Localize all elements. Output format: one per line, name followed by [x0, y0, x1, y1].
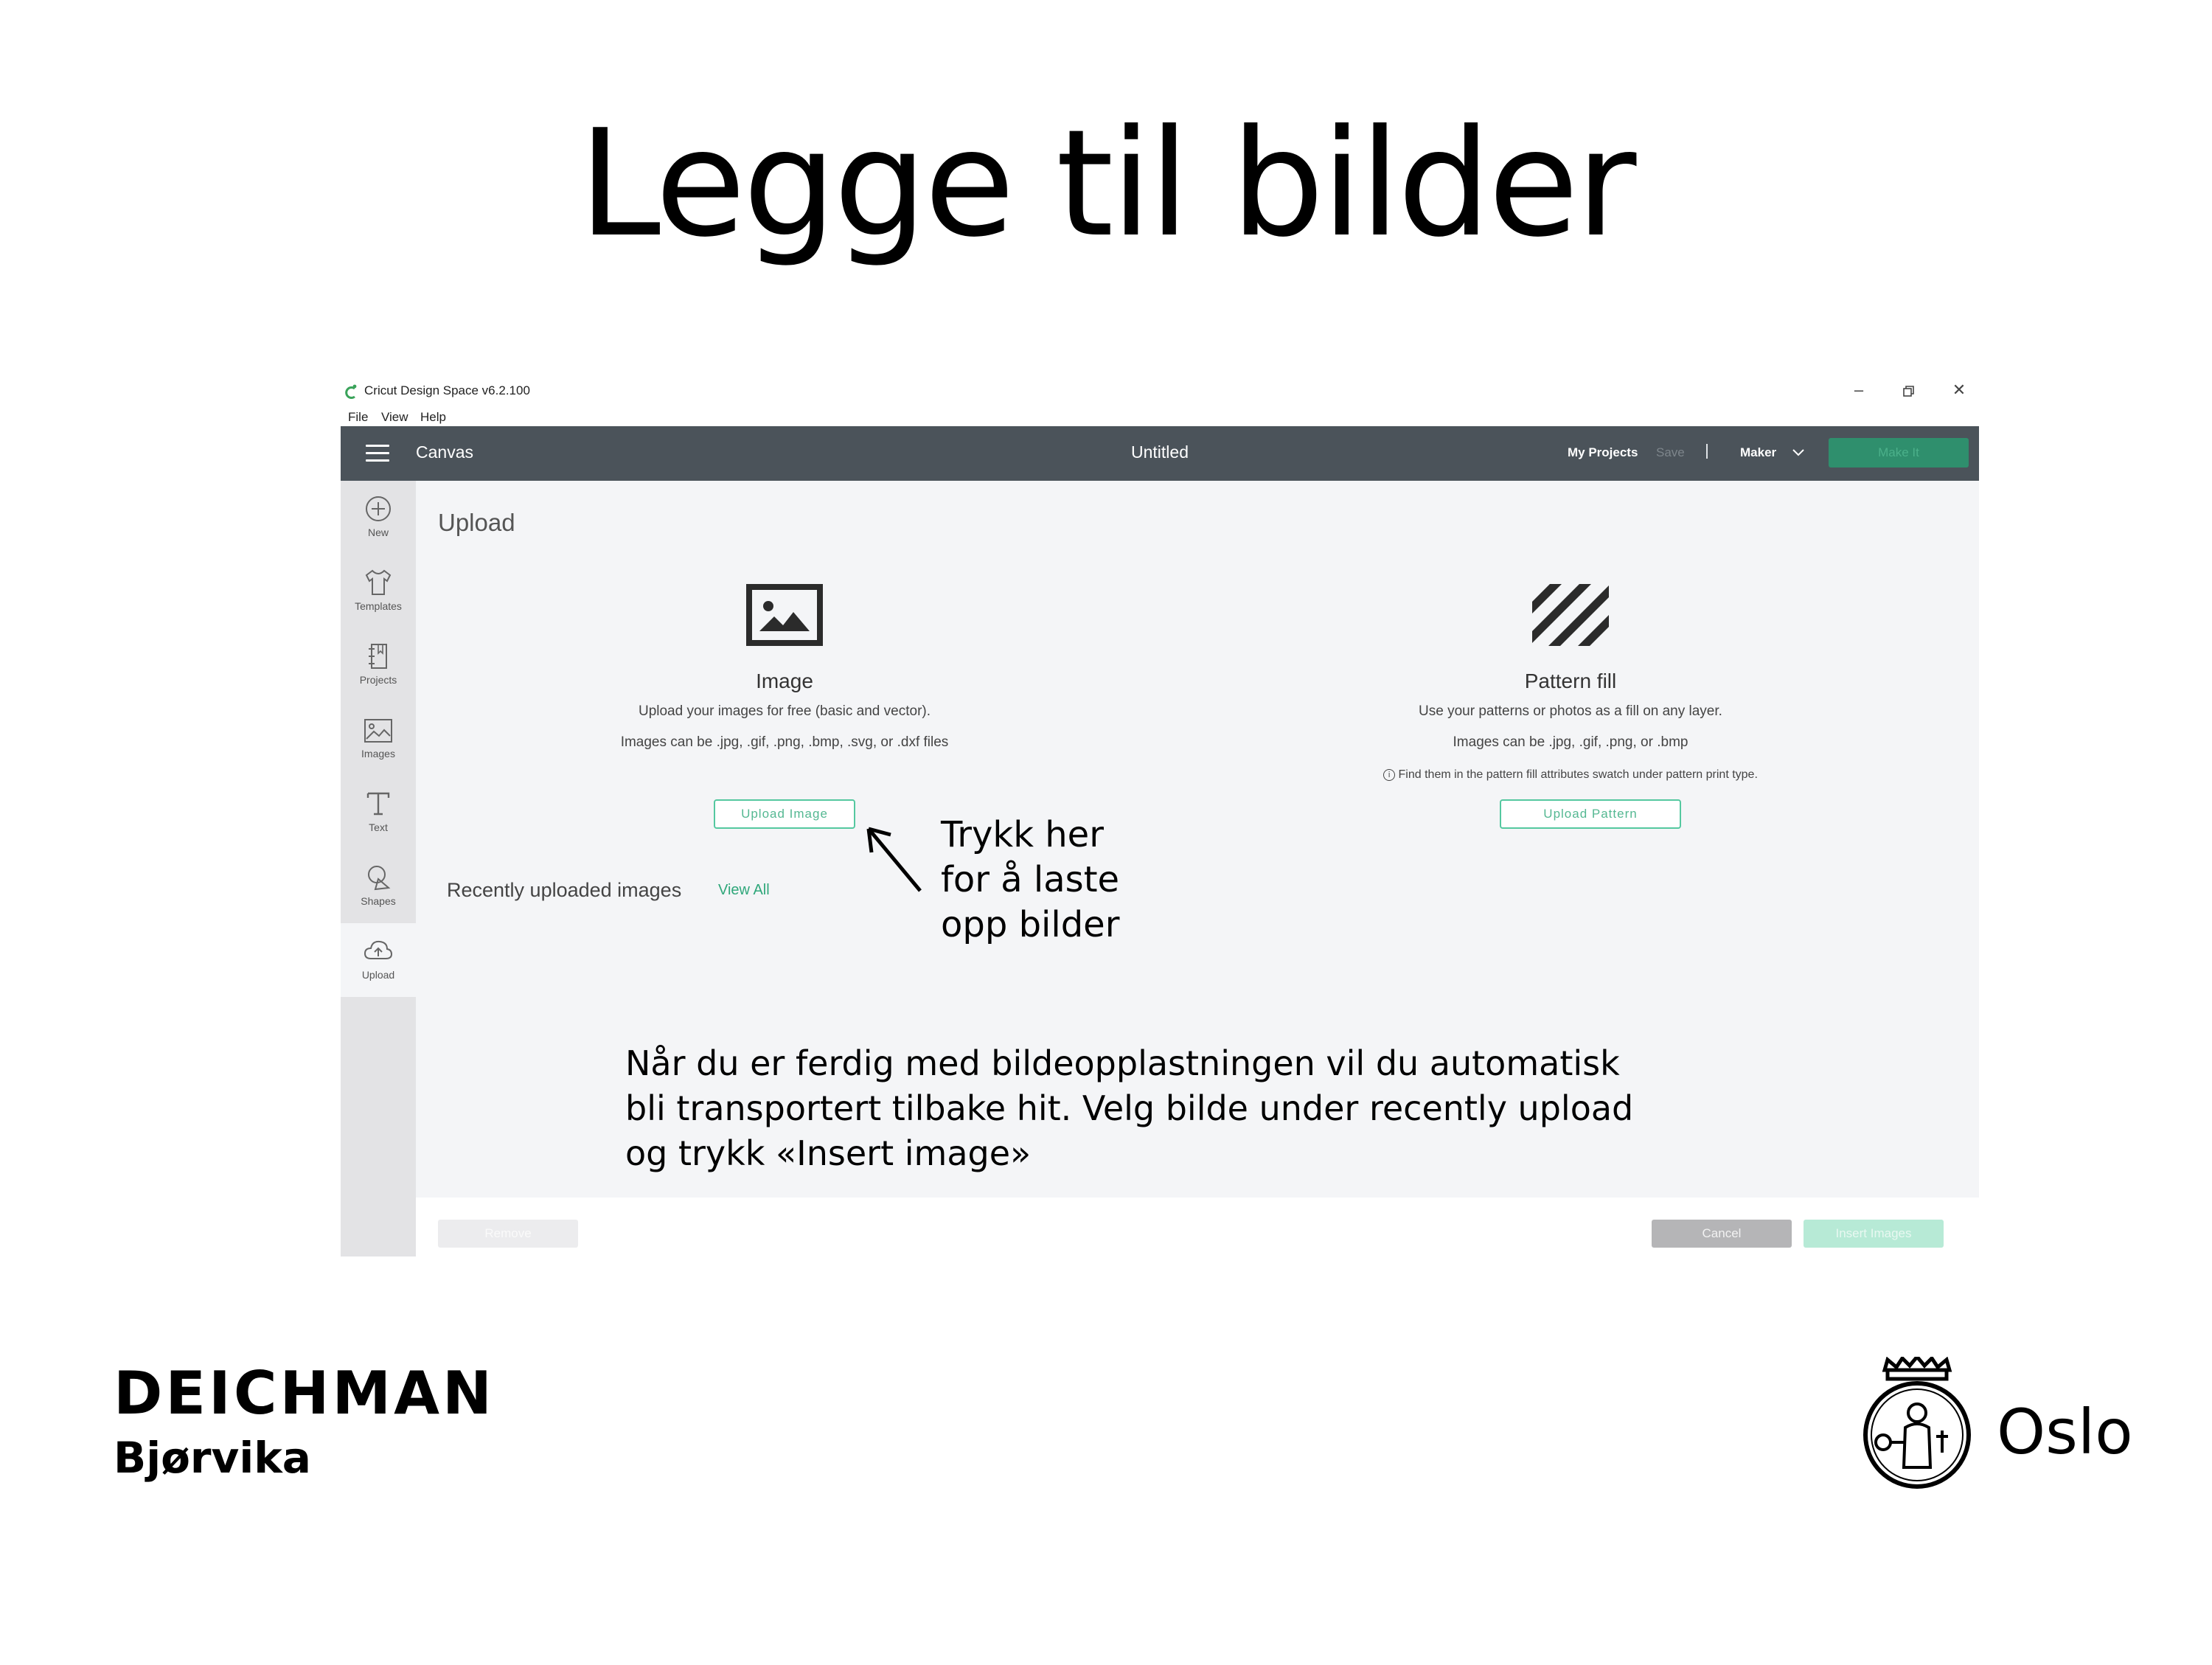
shapes-icon	[368, 866, 391, 891]
sidebar-item-label: Text	[369, 821, 388, 833]
menu-file[interactable]: File	[348, 410, 368, 425]
window-title: Cricut Design Space v6.2.100	[364, 383, 530, 397]
annotation-line: opp bilder	[941, 904, 1120, 945]
notebook-icon	[369, 644, 387, 669]
deichman-wordmark: DEICHMAN	[114, 1359, 495, 1428]
sidebar-item-label: Upload	[361, 969, 395, 981]
annotation-arrow-icon	[866, 827, 922, 892]
image-card-formats: Images can be .jpg, .gif, .png, .bmp, .s…	[620, 734, 949, 750]
save-button[interactable]: Save	[1656, 445, 1685, 460]
arrow-annotation: Trykk her for å laste opp bilder	[941, 813, 1119, 948]
recently-uploaded-label: Recently uploaded images	[447, 879, 682, 901]
sidebar-item-templates[interactable]: Templates	[341, 555, 416, 628]
view-all-link[interactable]: View All	[718, 882, 770, 899]
make-it-button[interactable]: Make It	[1829, 438, 1969, 467]
oslo-logo: Oslo	[1858, 1354, 2133, 1496]
image-card-title: Image	[756, 670, 813, 692]
image-icon	[364, 719, 392, 743]
image-upload-icon	[746, 584, 823, 646]
annotation-line: bli transportert tilbake hit. Velg bilde…	[625, 1088, 1634, 1128]
pattern-card-title: Pattern fill	[1524, 670, 1617, 692]
machine-select[interactable]: Maker	[1740, 445, 1776, 460]
annotation-line: Når du er ferdig med bildeopplastningen …	[625, 1043, 1620, 1083]
shirt-icon	[365, 569, 392, 595]
sidebar-item-shapes[interactable]: Shapes	[341, 849, 416, 923]
pattern-card-description: Use your patterns or photos as a fill on…	[1419, 703, 1722, 719]
header-bar: Canvas Untitled My Projects Save Maker M…	[341, 426, 1979, 481]
oslo-seal-icon	[1863, 1354, 1971, 1489]
instruction-annotation: Når du er ferdig med bildeopplastningen …	[625, 1041, 1633, 1176]
document-title: Untitled	[1131, 442, 1189, 462]
annotation-line: og trykk «Insert image»	[625, 1133, 1032, 1173]
menu-help[interactable]: Help	[420, 410, 446, 425]
sidebar-item-new[interactable]: New	[341, 481, 416, 555]
oslo-wordmark: Oslo	[1997, 1396, 2133, 1468]
header-separator	[1706, 444, 1708, 459]
deichman-logo: DEICHMAN Bjørvika	[114, 1359, 495, 1483]
cricut-logo-icon	[345, 384, 357, 399]
upload-image-button[interactable]: Upload Image	[714, 799, 855, 829]
close-icon[interactable]: ✕	[1948, 380, 1970, 400]
menu-view[interactable]: View	[381, 410, 408, 425]
text-icon	[366, 792, 390, 816]
pattern-fill-icon	[1532, 584, 1609, 646]
minimize-icon[interactable]: –	[1848, 380, 1870, 400]
upload-pattern-button[interactable]: Upload Pattern	[1500, 799, 1681, 829]
slide-title: Legge til bilder	[578, 98, 1637, 270]
window-titlebar: Cricut Design Space v6.2.100 – ✕	[341, 378, 1979, 407]
sidebar-item-upload[interactable]: Upload	[341, 923, 416, 997]
sidebar-item-label: New	[367, 526, 389, 538]
info-icon: i	[1383, 768, 1396, 781]
sidebar-item-label: Shapes	[361, 895, 396, 907]
restore-icon[interactable]	[1898, 379, 1920, 403]
plus-circle-icon	[366, 496, 391, 521]
cancel-button[interactable]: Cancel	[1652, 1220, 1792, 1248]
bjorvika-label: Bjørvika	[114, 1433, 311, 1483]
sidebar-item-label: Templates	[355, 600, 402, 612]
pattern-note-text: Find them in the pattern fill attributes…	[1398, 768, 1758, 781]
sidebar-item-projects[interactable]: Projects	[341, 628, 416, 702]
annotation-line: for å laste	[941, 859, 1120, 900]
my-projects-link[interactable]: My Projects	[1568, 445, 1638, 460]
sidebar: New Templates Projects Images Text Shape…	[341, 481, 416, 1256]
sidebar-item-label: Images	[361, 748, 395, 759]
insert-images-button[interactable]: Insert Images	[1804, 1220, 1944, 1248]
sidebar-item-images[interactable]: Images	[341, 702, 416, 776]
sidebar-item-text[interactable]: Text	[341, 776, 416, 849]
upload-footer: Remove Cancel Insert Images	[416, 1198, 1979, 1256]
remove-button[interactable]: Remove	[438, 1220, 578, 1248]
chevron-down-icon[interactable]	[1792, 448, 1805, 457]
cloud-upload-icon	[364, 940, 393, 959]
image-card-description: Upload your images for free (basic and v…	[638, 703, 931, 719]
pattern-card-formats: Images can be .jpg, .gif, .png, or .bmp	[1453, 734, 1688, 750]
upload-heading: Upload	[438, 509, 515, 536]
annotation-line: Trykk her	[941, 814, 1104, 855]
pattern-card-note: i Find them in the pattern fill attribut…	[1202, 768, 1939, 782]
sidebar-item-label: Projects	[359, 674, 397, 686]
